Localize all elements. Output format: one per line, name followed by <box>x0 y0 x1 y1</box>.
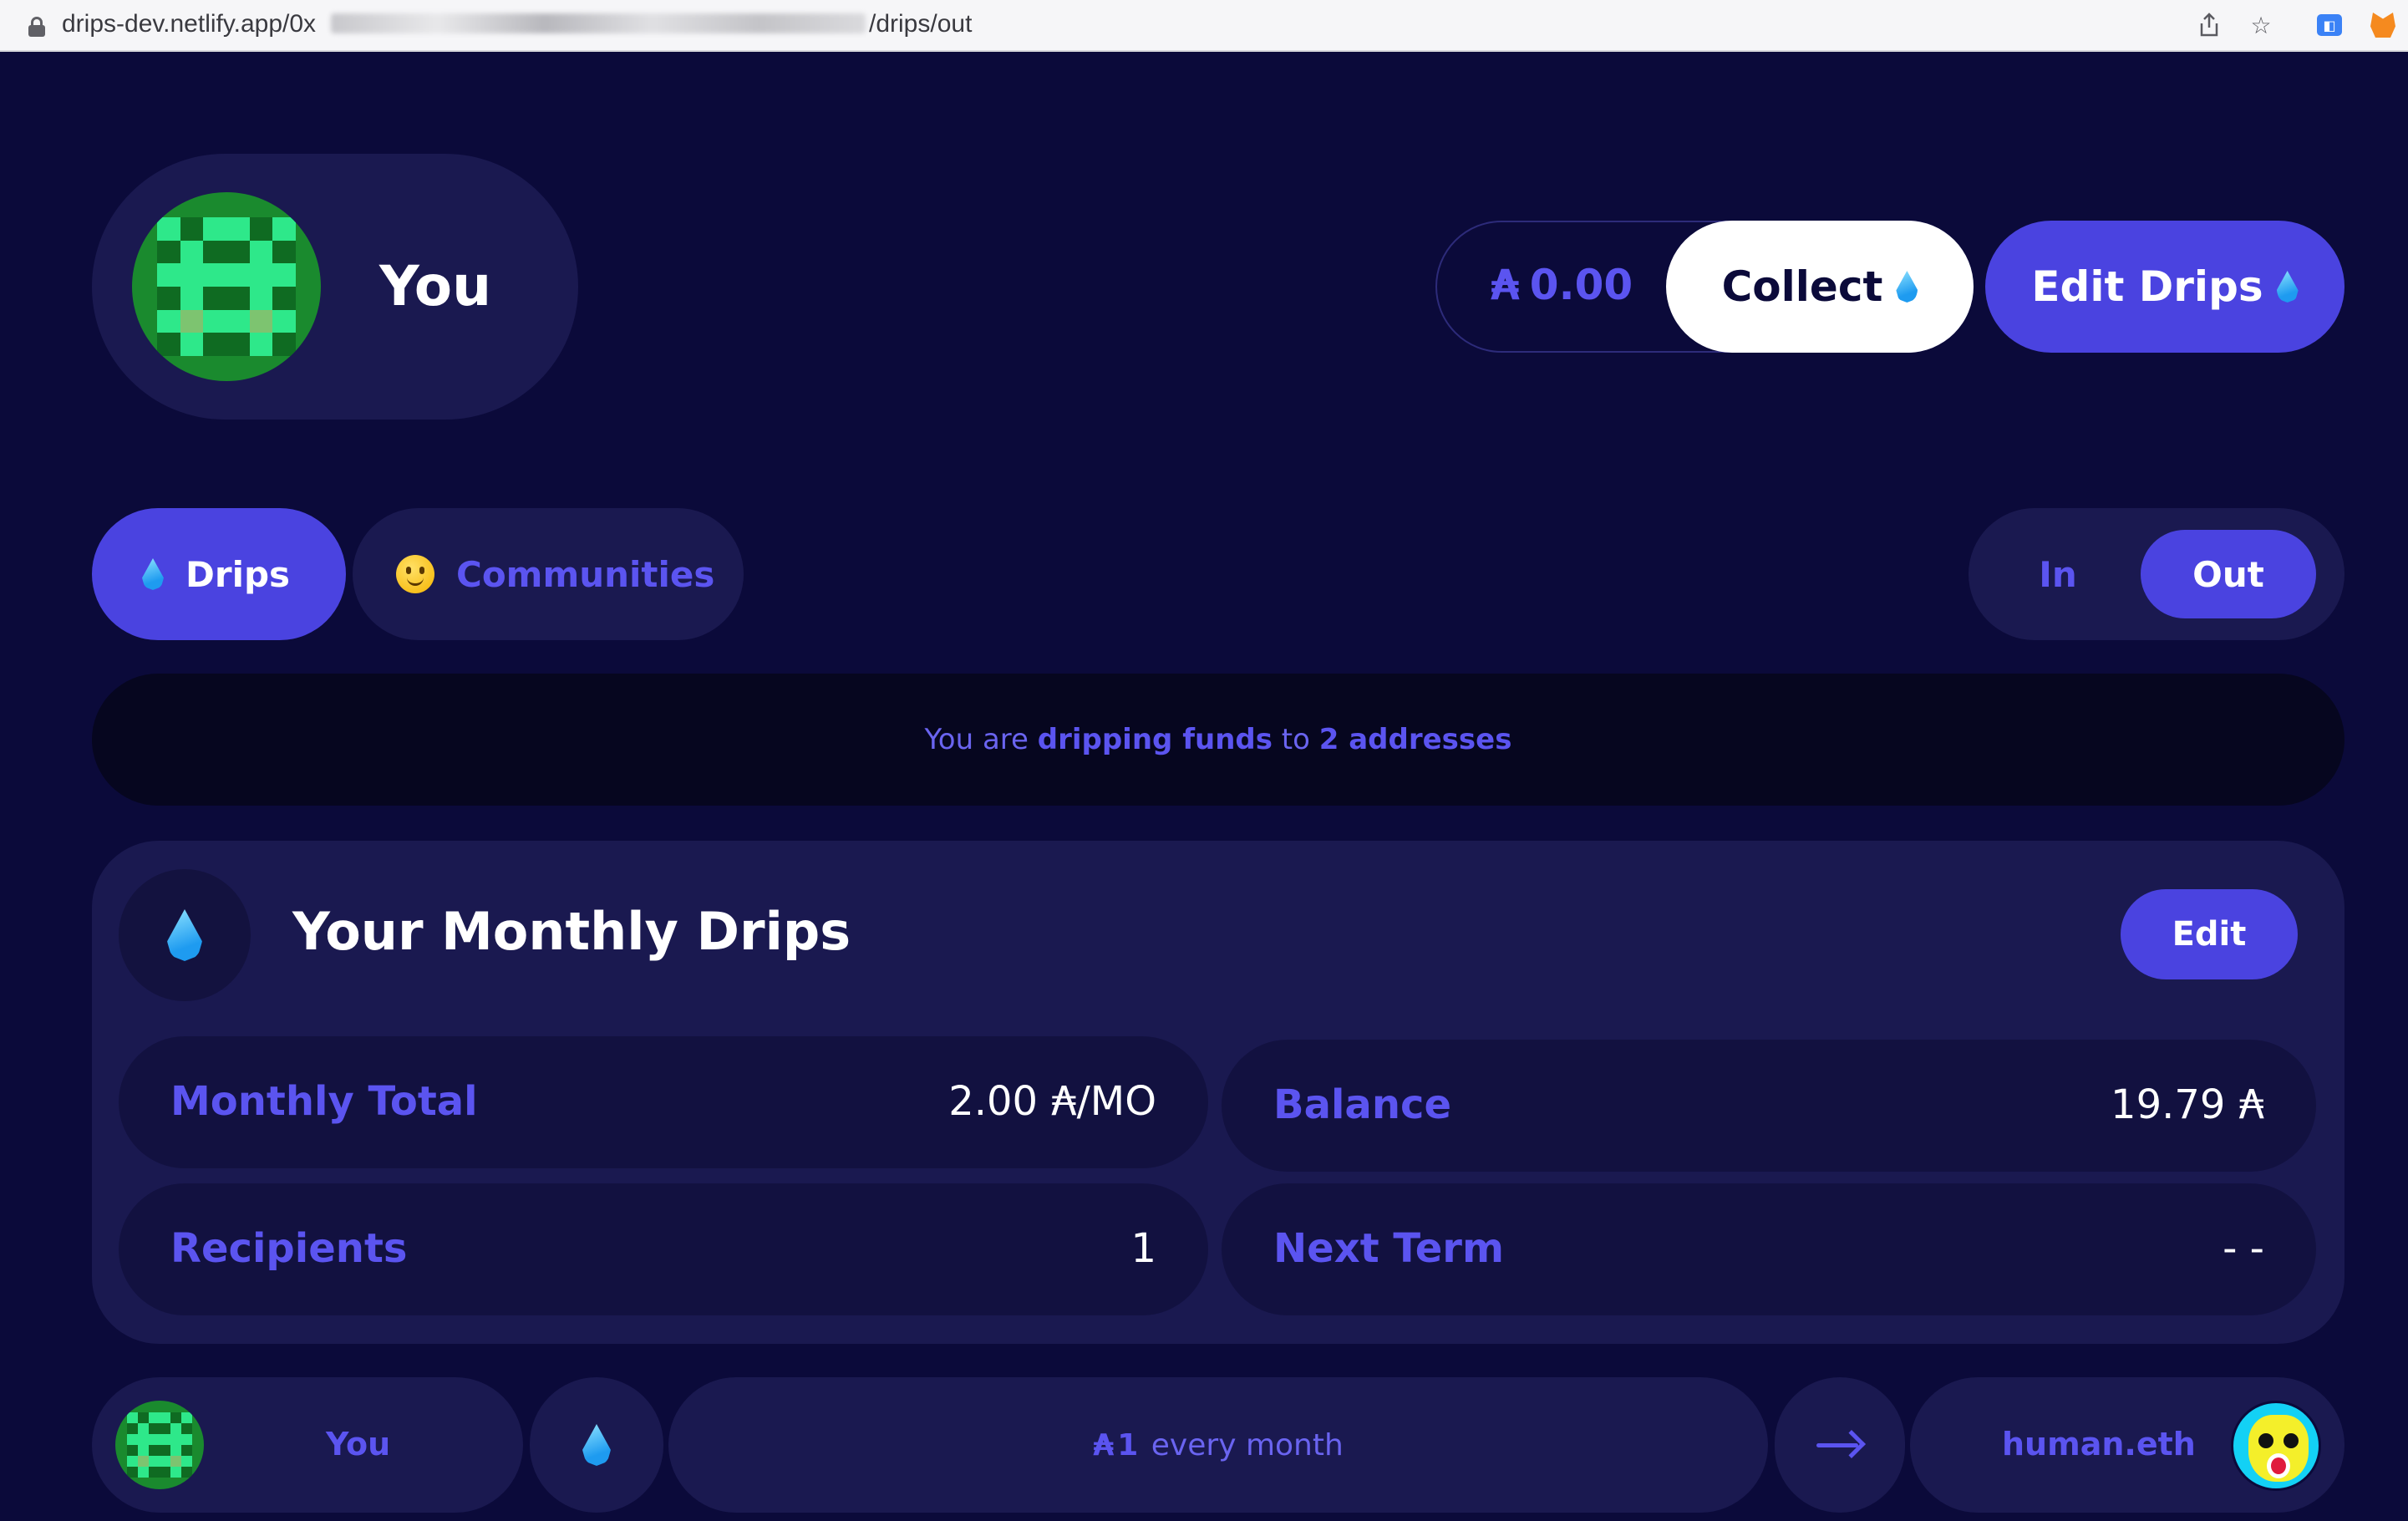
sender-name: You <box>326 1426 391 1462</box>
tab-drips[interactable]: Drips <box>92 508 346 640</box>
recipient-avatar <box>2231 1401 2321 1491</box>
stat-label: Monthly Total <box>170 1078 478 1125</box>
recipient-name: human.eth <box>2002 1426 2196 1462</box>
card-icon-circle <box>119 869 251 1001</box>
direction-toggle: In Out <box>1969 508 2344 640</box>
stat-balance: Balance 19.79 ₳ <box>1222 1040 2316 1172</box>
drip-recipient[interactable]: human.eth <box>1910 1377 2344 1513</box>
url-redacted-segment <box>331 13 866 33</box>
smiley-icon <box>396 555 434 593</box>
card-title: Your Monthly Drips <box>292 901 851 962</box>
url-path[interactable]: /drips/out <box>869 10 972 38</box>
collect-button[interactable]: Collect <box>1666 221 1974 353</box>
droplet-icon <box>167 909 202 961</box>
stat-label: Next Term <box>1273 1225 1504 1272</box>
drip-arrow <box>1775 1377 1905 1513</box>
dai-currency-icon: ₳ <box>2238 1081 2264 1128</box>
banner-text-prefix: You are <box>924 723 1038 756</box>
droplet-icon <box>582 1424 611 1466</box>
stat-label: Balance <box>1273 1081 1451 1128</box>
drip-droplet <box>530 1377 663 1513</box>
extension-icon[interactable]: ◧ <box>2314 10 2344 40</box>
dai-currency-icon: ₳ <box>1093 1427 1115 1462</box>
stat-next-term: Next Term - - <box>1222 1183 2316 1315</box>
stat-unit: ₳/MO <box>1051 1078 1156 1125</box>
bookmark-star-icon[interactable]: ☆ <box>2246 10 2276 40</box>
tab-communities-label: Communities <box>456 553 715 595</box>
droplet-icon <box>2276 271 2299 303</box>
banner-highlight-dripping: dripping funds <box>1037 723 1273 756</box>
lock-icon <box>28 17 45 37</box>
share-icon[interactable] <box>2194 10 2224 40</box>
banner-text-middle: to <box>1272 723 1319 756</box>
edit-drips-label: Edit Drips <box>2031 262 2263 311</box>
in-toggle-button[interactable]: In <box>2012 530 2104 618</box>
drip-frequency: every month <box>1141 1427 1344 1462</box>
collect-label: Collect <box>1721 262 1883 311</box>
out-toggle-button[interactable]: Out <box>2141 530 2316 618</box>
stat-monthly-total: Monthly Total 2.00 ₳/MO <box>119 1036 1208 1168</box>
stat-value: 19.79 <box>2111 1081 2226 1128</box>
url-text[interactable]: drips-dev.netlify.app/0x <box>62 10 316 38</box>
stat-recipients: Recipients 1 <box>119 1183 1208 1315</box>
droplet-icon <box>142 558 164 590</box>
avatar <box>132 192 321 381</box>
monthly-drips-card: Your Monthly Drips Edit Monthly Total 2.… <box>92 841 2344 1344</box>
stat-value: 2.00 <box>948 1078 1039 1125</box>
avatar <box>115 1401 204 1489</box>
balance-amount: 0.00 <box>1529 261 1633 309</box>
stat-value: - - <box>2223 1225 2264 1272</box>
tab-drips-label: Drips <box>185 553 291 595</box>
stat-label: Recipients <box>170 1225 408 1272</box>
browser-address-bar[interactable]: drips-dev.netlify.app/0x /drips/out ☆ ◧ <box>0 0 2408 52</box>
edit-button[interactable]: Edit <box>2121 889 2298 979</box>
banner-highlight-addresses: 2 addresses <box>1318 723 1512 756</box>
edit-drips-button[interactable]: Edit Drips <box>1985 221 2344 353</box>
dai-currency-icon: ₳ <box>1491 261 1520 309</box>
stat-value: 1 <box>1130 1225 1156 1272</box>
tab-communities[interactable]: Communities <box>353 508 744 640</box>
profile-pill: You <box>92 154 578 420</box>
status-banner: You are dripping funds to 2 addresses <box>92 674 2344 806</box>
metamask-fox-icon[interactable] <box>2368 10 2398 40</box>
drip-amount-value: 1 <box>1117 1427 1139 1462</box>
drip-sender[interactable]: You <box>92 1377 523 1513</box>
arrow-right-icon <box>1816 1430 1866 1458</box>
droplet-icon <box>1896 271 1918 303</box>
profile-name: You <box>379 254 492 318</box>
drip-amount: ₳ 1 every month <box>668 1377 1768 1513</box>
